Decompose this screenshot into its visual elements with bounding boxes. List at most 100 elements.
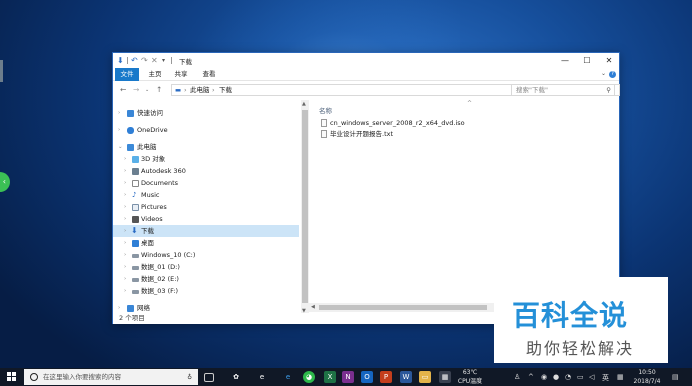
address-row: ← → ⌄ ↑ ▬ › 此电脑 › 下载 ⌄ ↻ 搜索"下载" ⚲ bbox=[113, 81, 620, 99]
chevron-right-icon[interactable]: › bbox=[118, 124, 120, 136]
outlook-icon[interactable]: O bbox=[361, 371, 373, 383]
ie-icon[interactable]: e bbox=[282, 371, 294, 383]
chevron-right-icon[interactable]: › bbox=[124, 213, 126, 225]
chevron-right-icon[interactable]: › bbox=[124, 273, 126, 285]
floating-ball[interactable]: ‹ bbox=[0, 172, 10, 192]
customize-qa-icon[interactable]: ▾ bbox=[162, 56, 165, 65]
ime-keyboard-icon[interactable]: ▦ bbox=[617, 373, 624, 381]
nav-item-videos[interactable]: › Videos bbox=[113, 213, 299, 225]
title-divider bbox=[171, 57, 172, 64]
download-icon[interactable]: ⬇ bbox=[117, 56, 124, 65]
maximize-button[interactable]: ☐ bbox=[576, 53, 598, 68]
expand-ribbon-icon[interactable]: ⌄ bbox=[601, 70, 606, 77]
nav-item-drive-d[interactable]: › 数据_01 (D:) bbox=[113, 261, 299, 273]
nav-item-music[interactable]: › ♪ Music bbox=[113, 189, 299, 201]
pc-icon: ▬ bbox=[175, 86, 182, 94]
nav-item-autodesk-360[interactable]: › Autodesk 360 bbox=[113, 165, 299, 177]
chevron-right-icon[interactable]: › bbox=[124, 177, 126, 189]
volume-icon[interactable]: ◁ bbox=[589, 373, 594, 381]
list-item[interactable]: cn_windows_server_2008_r2_x64_dvd.iso bbox=[321, 118, 465, 128]
app-icon-tiles[interactable]: ✿ bbox=[230, 371, 242, 383]
chevron-right-icon[interactable]: › bbox=[124, 165, 126, 177]
back-button[interactable]: ← bbox=[120, 85, 126, 94]
task-view-icon[interactable] bbox=[204, 373, 214, 382]
tray-app-icon[interactable]: ◉ bbox=[541, 373, 547, 381]
recent-locations-icon[interactable]: ⌄ bbox=[145, 87, 149, 93]
scroll-up-icon[interactable]: ▲ bbox=[302, 101, 306, 107]
cpu-label: CPU温度 bbox=[457, 378, 483, 385]
minimize-button[interactable]: — bbox=[554, 53, 576, 68]
up-button[interactable]: ↑ bbox=[156, 85, 162, 94]
help-button[interactable]: ? bbox=[609, 71, 616, 78]
chevron-right-icon[interactable]: › bbox=[124, 249, 126, 261]
microphone-icon[interactable]: ♁ bbox=[187, 369, 192, 385]
search-input[interactable]: 搜索"下载" ⚲ bbox=[511, 84, 615, 96]
onenote-icon[interactable]: N bbox=[342, 371, 354, 383]
tab-view[interactable]: 查看 bbox=[199, 68, 219, 81]
tab-home[interactable]: 主页 bbox=[145, 68, 165, 81]
nav-scroll-thumb[interactable] bbox=[302, 110, 308, 303]
nav-item-onedrive[interactable]: › OneDrive bbox=[113, 124, 299, 136]
powerpoint-icon[interactable]: P bbox=[380, 371, 392, 383]
edge-icon[interactable]: e bbox=[256, 371, 268, 383]
ime-indicator[interactable]: 英 bbox=[602, 373, 609, 383]
nav-scrollbar[interactable]: ▲ ▼ bbox=[301, 100, 309, 316]
windows-start-icon[interactable] bbox=[7, 372, 17, 382]
chevron-right-icon[interactable]: › bbox=[118, 107, 120, 119]
scroll-left-icon[interactable]: ◀ bbox=[311, 304, 315, 310]
action-center-icon[interactable]: ▤ bbox=[672, 373, 679, 381]
clock[interactable]: 10:50 2018/7/4 bbox=[630, 368, 664, 386]
tab-share[interactable]: 共享 bbox=[171, 68, 191, 81]
delete-icon[interactable]: ✕ bbox=[151, 56, 158, 65]
network-tray-icon[interactable]: ◔ bbox=[565, 373, 571, 381]
redo-icon[interactable]: ↷ bbox=[141, 56, 148, 65]
chevron-right-icon[interactable]: › bbox=[124, 285, 126, 297]
nav-item-drive-f[interactable]: › 数据_03 (F:) bbox=[113, 285, 299, 297]
cpu-temperature-widget[interactable]: 63℃ CPU温度 bbox=[452, 368, 488, 386]
nav-item-pictures[interactable]: › Pictures bbox=[113, 201, 299, 213]
list-item[interactable]: 毕业设计开题报告.txt bbox=[321, 129, 393, 139]
chevron-down-icon[interactable]: ⌄ bbox=[118, 141, 123, 153]
sort-caret-icon: ^ bbox=[467, 100, 473, 107]
file-name: 毕业设计开题报告.txt bbox=[330, 130, 394, 138]
nav-item-3d-objects[interactable]: › 3D 对象 bbox=[113, 153, 299, 165]
breadcrumb-pc[interactable]: 此电脑 bbox=[190, 86, 210, 95]
nav-item-drive-c[interactable]: › Windows_10 (C:) bbox=[113, 249, 299, 261]
chevron-right-icon[interactable]: › bbox=[124, 225, 126, 237]
battery-icon[interactable]: ▭ bbox=[577, 373, 584, 381]
nav-item-quick-access[interactable]: › 快速访问 bbox=[113, 107, 299, 119]
word-icon[interactable]: W bbox=[400, 371, 412, 383]
chevron-right-icon[interactable]: › bbox=[124, 201, 126, 213]
nav-item-desktop[interactable]: › 桌面 bbox=[113, 237, 299, 249]
nav-item-downloads[interactable]: › ⬇ 下载 bbox=[113, 225, 299, 237]
taskbar-search-input[interactable]: 在这里输入你要搜索的内容 ♁ bbox=[24, 369, 198, 385]
document-icon bbox=[132, 180, 139, 187]
drive-icon bbox=[132, 266, 139, 270]
tray-user-icon[interactable]: ♙ bbox=[514, 373, 520, 381]
show-hidden-icons-icon[interactable]: ^ bbox=[528, 373, 534, 381]
column-header-name[interactable]: 名称 bbox=[319, 105, 332, 115]
forward-button[interactable]: → bbox=[133, 85, 139, 94]
undo-icon[interactable]: ↶ bbox=[131, 56, 138, 65]
nav-item-documents[interactable]: › Documents bbox=[113, 177, 299, 189]
excel-icon[interactable]: X bbox=[324, 371, 336, 383]
chevron-right-icon[interactable]: › bbox=[124, 153, 126, 165]
cortana-search-icon bbox=[30, 373, 38, 381]
chevron-right-icon[interactable]: › bbox=[124, 189, 126, 201]
qa-divider bbox=[127, 57, 128, 64]
breadcrumb-downloads[interactable]: 下载 bbox=[219, 86, 232, 95]
tab-file[interactable]: 文件 bbox=[115, 68, 139, 81]
chevron-right-icon[interactable]: › bbox=[124, 237, 126, 249]
tray-app-icon[interactable]: ● bbox=[553, 373, 559, 381]
app-icon-gallery[interactable]: ▦ bbox=[439, 371, 451, 383]
wechat-icon[interactable]: ◕ bbox=[303, 371, 315, 383]
close-button[interactable]: ✕ bbox=[598, 53, 620, 68]
desktop-icon bbox=[132, 240, 139, 247]
chevron-right-icon[interactable]: › bbox=[124, 261, 126, 273]
file-explorer-icon[interactable]: ▭ bbox=[419, 371, 431, 383]
nav-item-drive-e[interactable]: › 数据_02 (E:) bbox=[113, 273, 299, 285]
title-bar: ⬇ ↶ ↷ ✕ ▾ 下载 — ☐ ✕ bbox=[113, 53, 619, 68]
content-scroll-thumb[interactable] bbox=[319, 305, 487, 310]
nav-label: 数据_03 (F:) bbox=[141, 287, 179, 295]
nav-item-this-pc[interactable]: ⌄ 此电脑 bbox=[113, 141, 299, 153]
